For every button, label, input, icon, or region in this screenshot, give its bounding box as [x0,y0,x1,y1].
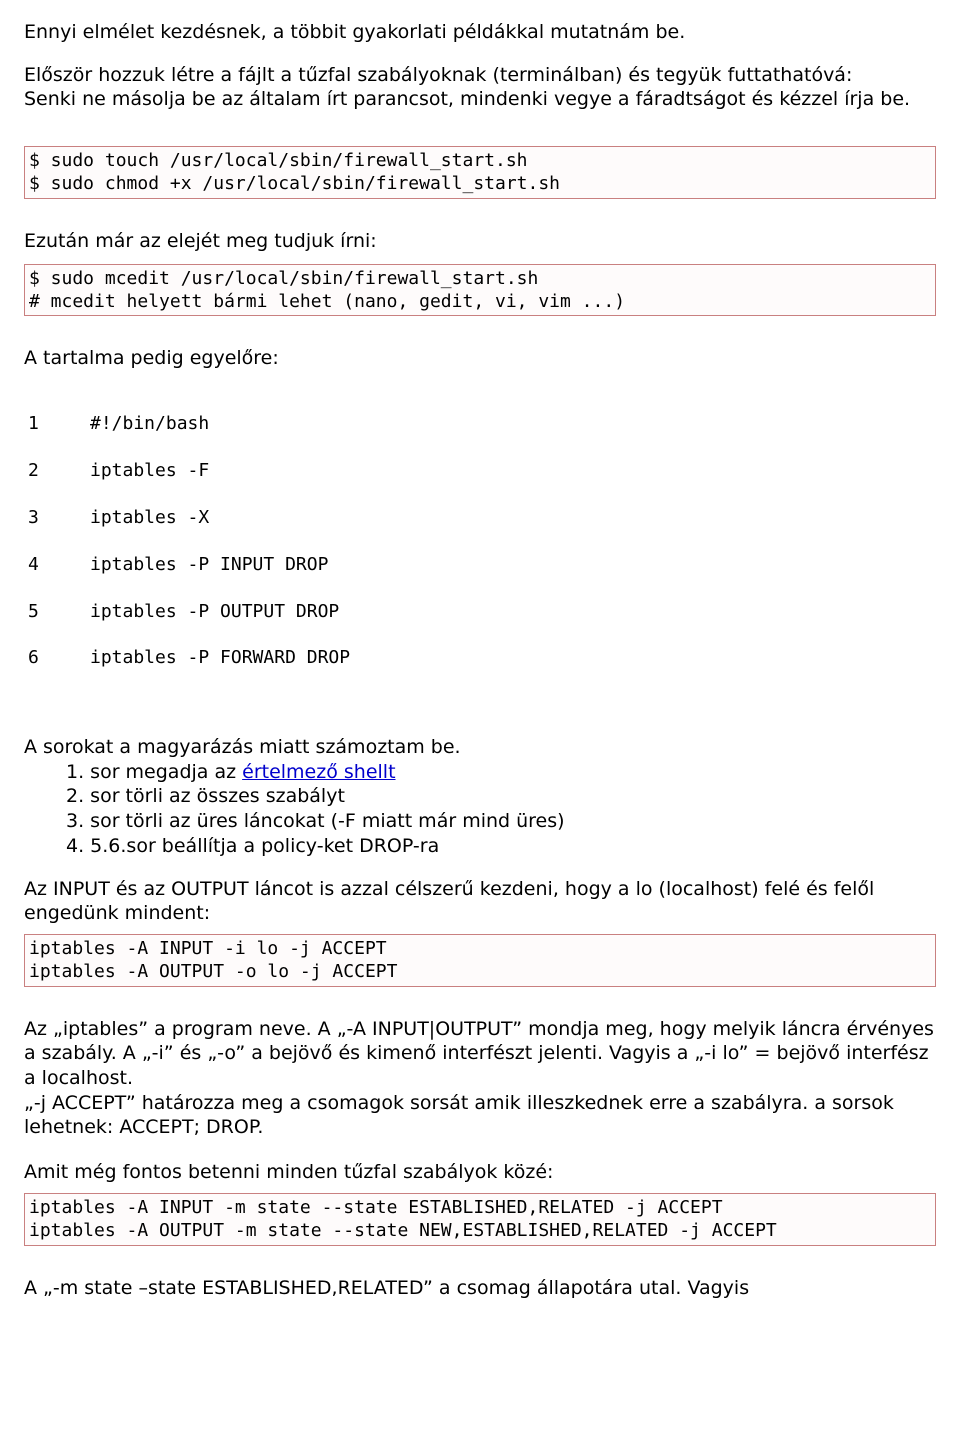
code-block-lo-accept: iptables -A INPUT -i lo -j ACCEPT iptabl… [24,934,936,987]
explanation-list: 1. sor megadja az értelmező shellt 2. so… [24,760,936,859]
code-line: iptables -A INPUT -i lo -j ACCEPT [29,938,387,959]
list-item: 3. sor törli az üres láncokat (-F miatt … [66,809,936,834]
code-line: iptables -A OUTPUT -o lo -j ACCEPT [29,961,397,982]
paragraph-content: A tartalma pedig egyelőre: [24,346,936,371]
list-item: 4. 5.6.sor beállítja a policy-ket DROP-r… [66,834,936,859]
text: Először hozzuk létre a fájlt a tűzfal sz… [24,64,852,86]
line-number: 6 [28,646,90,669]
code-line: #!/bin/bash [90,412,209,435]
paragraph-numbered-explain: A sorokat a magyarázás miatt számoztam b… [24,735,936,760]
code-line: iptables -A INPUT -m state --state ESTAB… [29,1197,723,1218]
code-block-touch-chmod: $ sudo touch /usr/local/sbin/firewall_st… [24,146,936,199]
list-item: 2. sor törli az összes szabályt [66,784,936,809]
paragraph-state-explain: A „-m state –state ESTABLISHED,RELATED” … [24,1276,936,1301]
paragraph-important-rules: Amit még fontos betenni minden tűzfal sz… [24,1160,936,1185]
line-number: 4 [28,553,90,576]
code-line: # mcedit helyett bármi lehet (nano, gedi… [29,291,625,312]
text: 1. sor megadja az [66,761,242,783]
paragraph-then-write: Ezután már az elejét meg tudjuk írni: [24,229,936,254]
numbered-script-block: 1#!/bin/bash 2iptables -F 3iptables -X 4… [24,387,936,695]
paragraph-input-output: Az INPUT és az OUTPUT láncot is azzal cé… [24,877,936,926]
code-line: $ sudo mcedit /usr/local/sbin/firewall_s… [29,268,538,289]
list-item: 1. sor megadja az értelmező shellt [66,760,936,785]
code-block-mcedit: $ sudo mcedit /usr/local/sbin/firewall_s… [24,264,936,317]
code-line: iptables -P OUTPUT DROP [90,600,339,623]
text: „-j ACCEPT” határozza meg a csomagok sor… [24,1092,894,1139]
code-line: iptables -P INPUT DROP [90,553,328,576]
line-number: 3 [28,506,90,529]
paragraph-iptables-explain: Az „iptables” a program neve. A „-A INPU… [24,1017,936,1140]
paragraph-create-file: Először hozzuk létre a fájlt a tűzfal sz… [24,63,936,112]
link-shell-interpreter[interactable]: értelmező shellt [242,761,395,783]
paragraph-intro: Ennyi elmélet kezdésnek, a többit gyakor… [24,20,936,45]
line-number: 5 [28,600,90,623]
code-line: iptables -A OUTPUT -m state --state NEW,… [29,1220,777,1241]
line-number: 1 [28,412,90,435]
line-number: 2 [28,459,90,482]
code-line: iptables -F [90,459,209,482]
code-line: iptables -X [90,506,209,529]
code-line: iptables -P FORWARD DROP [90,646,350,669]
text: Az „iptables” a program neve. A „-A INPU… [24,1018,934,1089]
text: Senki ne másolja be az általam írt paran… [24,88,910,110]
code-line: $ sudo touch /usr/local/sbin/firewall_st… [29,150,528,171]
code-line: $ sudo chmod +x /usr/local/sbin/firewall… [29,173,560,194]
code-block-state: iptables -A INPUT -m state --state ESTAB… [24,1193,936,1246]
